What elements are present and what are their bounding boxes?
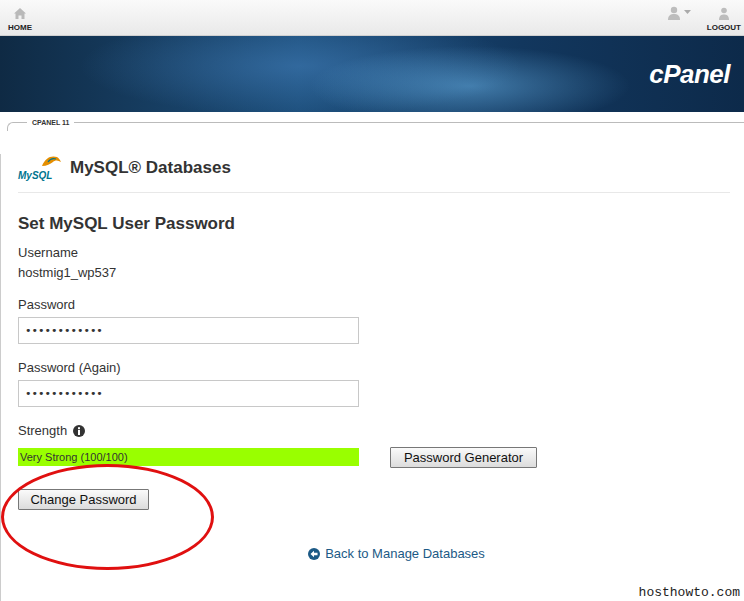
version-label: CPANEL 11 xyxy=(27,119,74,126)
caret-icon xyxy=(684,10,691,15)
mysql-logo: MySQL xyxy=(18,154,62,182)
logout-icon xyxy=(718,7,730,20)
form-title: Set MySQL User Password xyxy=(18,214,730,234)
username-label: Username xyxy=(18,244,730,261)
page-header: MySQL MySQL® Databases xyxy=(18,154,730,182)
back-arrow-icon xyxy=(308,548,320,560)
home-link[interactable]: HOME xyxy=(8,0,32,35)
back-link[interactable]: Back to Manage Databases xyxy=(308,545,485,562)
content: MySQL MySQL® Databases Set MySQL User Pass… xyxy=(0,154,744,601)
password-input[interactable] xyxy=(18,380,359,407)
logout-link[interactable]: LOGOUT xyxy=(707,0,741,35)
field-label: Password xyxy=(18,296,730,313)
dolphin-icon xyxy=(40,154,62,168)
strength-reading: Very Strong (100/100) xyxy=(18,451,128,463)
cpanel-logo: cPanel xyxy=(649,59,730,90)
highlight-ellipse xyxy=(1,464,214,570)
password-field: Password (Again) xyxy=(18,359,730,407)
page-title: MySQL® Databases xyxy=(70,158,231,178)
banner: cPanel xyxy=(0,36,744,112)
password-input[interactable] xyxy=(18,317,359,344)
password-field: Password xyxy=(18,296,730,344)
password-generator-button[interactable]: Password Generator xyxy=(390,447,537,468)
home-icon xyxy=(13,7,27,20)
mysql-logo-text: MySQL xyxy=(18,170,52,182)
top-bar: HOME LOGOUT xyxy=(0,0,744,36)
divider xyxy=(18,192,730,193)
username-value: hostmig1_wp537 xyxy=(18,264,730,281)
logout-label: LOGOUT xyxy=(707,23,741,32)
info-icon[interactable] xyxy=(73,425,85,437)
strength-label: Strength xyxy=(18,422,730,439)
version-strip: CPANEL 11 xyxy=(0,112,744,134)
user-icon xyxy=(667,6,681,20)
change-password-button[interactable]: Change Password xyxy=(18,489,149,510)
home-label: HOME xyxy=(8,23,32,32)
cpanel-page: HOME LOGOUT cPanel CPANEL 11 MySQL MySQL® Dat… xyxy=(0,0,744,601)
user-menu[interactable] xyxy=(667,0,691,35)
watermark: hosthowto.com xyxy=(639,585,740,600)
strength-meter: Very Strong (100/100) xyxy=(18,448,359,466)
field-label: Password (Again) xyxy=(18,359,730,376)
